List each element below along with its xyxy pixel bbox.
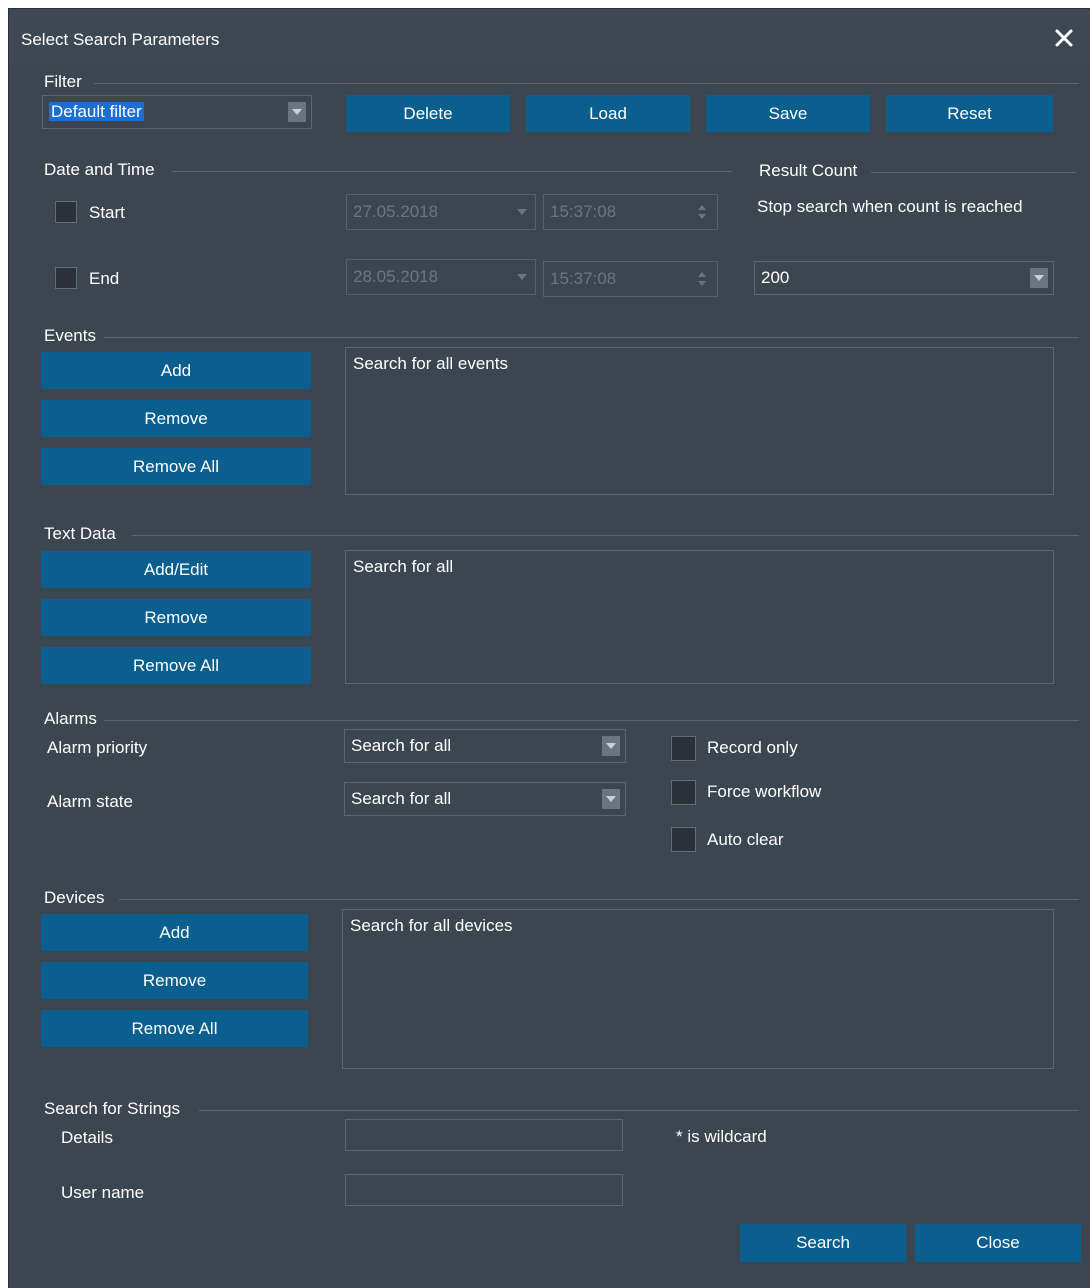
- chevron-down-icon: [515, 209, 529, 215]
- user-name-input[interactable]: [345, 1174, 623, 1206]
- events-list[interactable]: Search for all events: [345, 347, 1054, 495]
- add-edit-text-data-button[interactable]: Add/Edit: [41, 551, 311, 588]
- strings-separator: [199, 1110, 1079, 1111]
- alarm-state-label: Alarm state: [47, 792, 133, 811]
- alarms-section-label: Alarms: [44, 709, 97, 728]
- chevron-down-icon: [602, 736, 620, 756]
- remove-text-data-button[interactable]: Remove: [41, 599, 311, 636]
- text-data-list-text: Search for all: [353, 557, 454, 576]
- alarm-priority-label: Alarm priority: [47, 738, 148, 757]
- events-section-label: Events: [44, 326, 96, 345]
- filter-select[interactable]: Default filter: [42, 95, 312, 129]
- end-time-value: 15:37:08: [550, 269, 617, 288]
- remove-all-devices-button[interactable]: Remove All: [41, 1010, 308, 1047]
- end-label: End: [89, 269, 120, 288]
- add-event-button[interactable]: Add: [41, 352, 311, 389]
- details-input[interactable]: [345, 1119, 623, 1151]
- remove-event-button[interactable]: Remove: [41, 400, 311, 437]
- add-device-button[interactable]: Add: [41, 914, 308, 951]
- auto-clear-label: Auto clear: [707, 830, 784, 849]
- alarm-priority-select[interactable]: Search for all: [344, 729, 626, 763]
- end-date-picker[interactable]: 28.05.2018: [346, 259, 536, 295]
- alarms-separator: [104, 720, 1079, 721]
- user-name-label: User name: [61, 1183, 145, 1202]
- filter-section-label: Filter: [44, 72, 82, 91]
- text-data-separator: [132, 535, 1079, 536]
- devices-list-text: Search for all devices: [350, 916, 513, 935]
- events-separator: [104, 337, 1079, 338]
- close-button[interactable]: Close: [915, 1224, 1081, 1262]
- date-time-separator: [172, 171, 732, 172]
- result-count-select[interactable]: 200: [754, 261, 1054, 295]
- filter-separator: [94, 83, 1079, 84]
- start-checkbox[interactable]: [55, 201, 77, 223]
- start-date-picker[interactable]: 27.05.2018: [346, 194, 536, 230]
- search-parameters-dialog: Select Search Parameters Filter Default …: [8, 8, 1090, 1288]
- alarm-state-value: Search for all: [351, 789, 452, 808]
- start-label: Start: [89, 203, 125, 222]
- spinner-arrows-icon: [695, 272, 709, 286]
- wildcard-hint: * is wildcard: [676, 1127, 767, 1146]
- strings-section-label: Search for Strings: [44, 1099, 181, 1118]
- end-date-value: 28.05.2018: [353, 267, 439, 286]
- spinner-arrows-icon: [695, 205, 709, 219]
- start-date-value: 27.05.2018: [353, 202, 439, 221]
- search-button[interactable]: Search: [740, 1224, 906, 1262]
- end-checkbox[interactable]: [55, 267, 77, 289]
- chevron-down-icon: [288, 102, 306, 122]
- save-filter-button[interactable]: Save: [706, 95, 870, 132]
- remove-all-text-data-button[interactable]: Remove All: [41, 647, 311, 684]
- devices-section-label: Devices: [44, 888, 105, 907]
- start-time-spinner[interactable]: 15:37:08: [543, 194, 718, 230]
- devices-separator: [119, 899, 1079, 900]
- remove-all-events-button[interactable]: Remove All: [41, 448, 311, 485]
- chevron-down-icon: [602, 789, 620, 809]
- alarm-state-select[interactable]: Search for all: [344, 782, 626, 816]
- result-count-value: 200: [761, 268, 790, 287]
- end-time-spinner[interactable]: 15:37:08: [543, 261, 718, 297]
- remove-device-button[interactable]: Remove: [41, 962, 308, 999]
- alarm-priority-value: Search for all: [351, 736, 452, 755]
- close-icon[interactable]: [1052, 26, 1076, 50]
- record-only-label: Record only: [707, 738, 798, 757]
- filter-selected-value: Default filter: [49, 102, 144, 121]
- title-bar: Select Search Parameters: [9, 9, 1090, 65]
- auto-clear-checkbox[interactable]: [671, 827, 696, 852]
- date-time-section-label: Date and Time: [44, 160, 155, 179]
- load-filter-button[interactable]: Load: [526, 95, 690, 132]
- chevron-down-icon: [515, 274, 529, 280]
- force-workflow-label: Force workflow: [707, 782, 822, 801]
- delete-filter-button[interactable]: Delete: [346, 95, 510, 132]
- dialog-title: Select Search Parameters: [21, 30, 220, 49]
- text-data-list[interactable]: Search for all: [345, 550, 1054, 684]
- result-count-separator: [871, 172, 1076, 173]
- record-only-checkbox[interactable]: [671, 736, 696, 761]
- reset-filter-button[interactable]: Reset: [886, 95, 1053, 132]
- details-label: Details: [61, 1128, 113, 1147]
- devices-list[interactable]: Search for all devices: [342, 909, 1054, 1069]
- result-count-section-label: Result Count: [759, 161, 858, 180]
- chevron-down-icon: [1030, 268, 1048, 288]
- start-time-value: 15:37:08: [550, 202, 617, 221]
- force-workflow-checkbox[interactable]: [671, 780, 696, 805]
- events-list-text: Search for all events: [353, 354, 508, 373]
- text-data-section-label: Text Data: [44, 524, 116, 543]
- result-count-description: Stop search when count is reached: [757, 197, 1023, 216]
